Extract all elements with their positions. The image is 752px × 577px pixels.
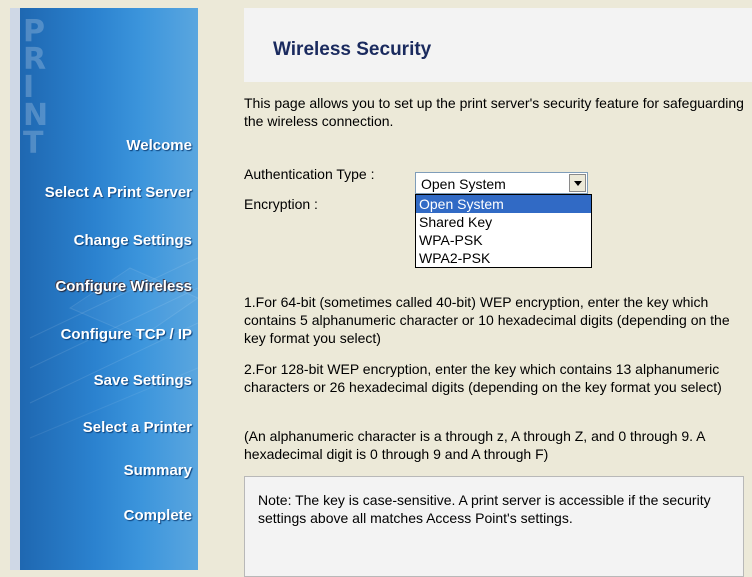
nav-select-printer[interactable]: Select a Printer	[83, 419, 192, 436]
auth-option-open-system[interactable]: Open System	[416, 195, 591, 213]
nav-save-settings[interactable]: Save Settings	[94, 372, 192, 389]
nav-summary[interactable]: Summary	[124, 462, 192, 479]
encryption-label: Encryption :	[244, 196, 318, 212]
nav-select-print-server[interactable]: Select A Print Server	[45, 184, 192, 201]
auth-option-wpa2-psk[interactable]: WPA2-PSK	[416, 249, 591, 267]
info-paragraph-128bit: 2.For 128-bit WEP encryption, enter the …	[244, 361, 722, 395]
chevron-down-icon[interactable]	[569, 174, 586, 192]
sidebar-watermark: P R I N T	[23, 14, 49, 161]
auth-type-label: Authentication Type :	[244, 166, 375, 182]
nav-welcome[interactable]: Welcome	[126, 137, 192, 154]
intro-text: This page allows you to set up the print…	[244, 95, 744, 129]
auth-type-dropdown[interactable]: Open System Shared Key WPA-PSK WPA2-PSK	[415, 194, 592, 268]
title-bar: Wireless Security	[244, 8, 752, 82]
auth-option-shared-key[interactable]: Shared Key	[416, 213, 591, 231]
nav-configure-tcp-ip[interactable]: Configure TCP / IP	[61, 326, 192, 343]
auth-type-select[interactable]: Open System	[415, 172, 588, 194]
page-title: Wireless Security	[273, 39, 432, 60]
sidebar: P R I N T Welcome Select A Print Server …	[10, 8, 198, 570]
nav-change-settings[interactable]: Change Settings	[74, 232, 192, 249]
note-text: Note: The key is case-sensitive. A print…	[258, 492, 711, 526]
auth-option-wpa-psk[interactable]: WPA-PSK	[416, 231, 591, 249]
nav-complete[interactable]: Complete	[124, 507, 192, 524]
info-paragraph-64bit: 1.For 64-bit (sometimes called 40-bit) W…	[244, 294, 730, 346]
nav-configure-wireless[interactable]: Configure Wireless	[55, 278, 192, 295]
auth-type-value: Open System	[421, 176, 506, 192]
note-box: Note: The key is case-sensitive. A print…	[244, 476, 744, 577]
main-panel: Wireless Security This page allows you t…	[244, 8, 752, 577]
info-paragraph-charset: (An alphanumeric character is a through …	[244, 428, 705, 462]
